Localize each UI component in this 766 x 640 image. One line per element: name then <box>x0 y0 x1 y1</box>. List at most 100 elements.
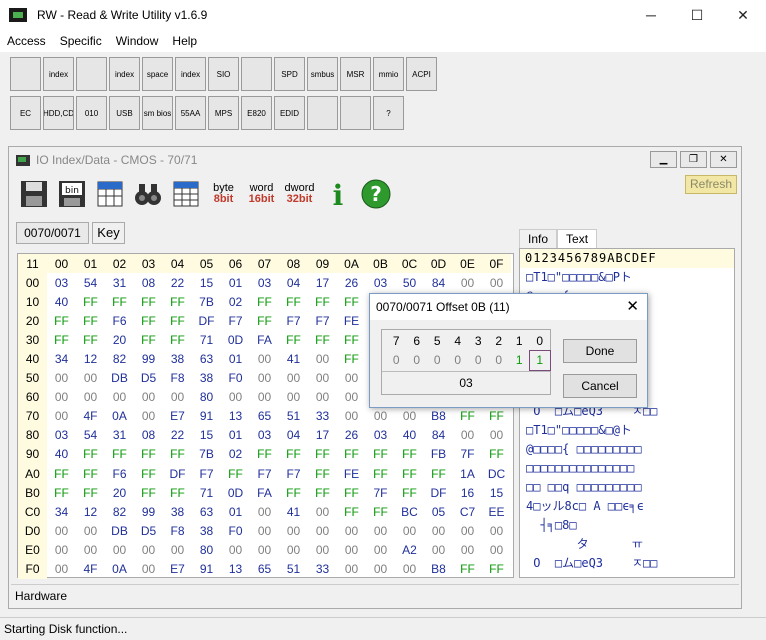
hex-cell[interactable]: 0D <box>221 483 250 502</box>
hex-cell[interactable]: F6 <box>105 464 134 483</box>
hex-cell[interactable]: 00 <box>134 540 163 559</box>
hex-cell[interactable]: 17 <box>308 273 337 292</box>
hex-cell[interactable]: 41 <box>279 502 308 521</box>
disk-button[interactable]: 010 <box>76 96 107 130</box>
hex-cell[interactable]: 40 <box>47 292 76 311</box>
command-button[interactable] <box>307 96 338 130</box>
hex-cell[interactable]: 02 <box>221 292 250 311</box>
hex-cell[interactable]: 00 <box>76 540 105 559</box>
cancel-button[interactable]: Cancel <box>563 374 637 398</box>
hex-cell[interactable]: FF <box>337 483 366 502</box>
hex-cell[interactable]: 00 <box>366 521 395 540</box>
hex-cell[interactable]: 00 <box>308 540 337 559</box>
hex-cell[interactable]: 00 <box>47 560 76 579</box>
hex-cell[interactable]: F7 <box>279 464 308 483</box>
hex-cell[interactable]: 26 <box>337 426 366 445</box>
acpi-button[interactable]: ACPI <box>406 57 437 91</box>
hex-cell[interactable]: 54 <box>76 273 105 292</box>
hex-cell[interactable]: 08 <box>134 273 163 292</box>
hex-cell[interactable]: FF <box>308 445 337 464</box>
hex-cell[interactable]: 7F <box>366 483 395 502</box>
hex-cell[interactable]: FB <box>424 445 453 464</box>
hex-cell[interactable]: 15 <box>192 426 221 445</box>
hex-cell[interactable]: FF <box>163 292 192 311</box>
bit-hex-value[interactable]: 03 <box>382 371 550 393</box>
hex-cell[interactable]: 00 <box>47 369 76 388</box>
hex-cell[interactable]: 00 <box>308 521 337 540</box>
hex-cell[interactable]: 00 <box>279 369 308 388</box>
hex-cell[interactable]: FF <box>163 311 192 330</box>
hex-cell[interactable]: 82 <box>105 349 134 368</box>
hex-cell[interactable]: 51 <box>279 407 308 426</box>
oscilloscope-button[interactable] <box>241 57 272 91</box>
hex-cell[interactable]: A2 <box>395 540 424 559</box>
hex-cell[interactable]: 00 <box>221 540 250 559</box>
e820-button[interactable]: E820 <box>241 96 272 130</box>
hex-cell[interactable]: 12 <box>76 502 105 521</box>
help-button[interactable]: ? <box>359 177 392 211</box>
hex-cell[interactable]: 33 <box>308 560 337 579</box>
hex-cell[interactable]: BC <box>395 502 424 521</box>
hex-cell[interactable]: 03 <box>47 273 76 292</box>
hex-cell[interactable]: 15 <box>482 483 511 502</box>
bit-toggle[interactable]: 0 <box>407 351 428 370</box>
hex-cell[interactable]: 00 <box>337 369 366 388</box>
hex-cell[interactable]: 00 <box>76 521 105 540</box>
hex-cell[interactable]: 17 <box>308 426 337 445</box>
hex-cell[interactable]: 00 <box>395 521 424 540</box>
hex-cell[interactable]: 00 <box>250 540 279 559</box>
ec-button[interactable]: EC <box>10 96 41 130</box>
hex-cell[interactable]: FF <box>250 445 279 464</box>
hdd-cd-button[interactable]: HDD,CD <box>43 96 74 130</box>
hex-cell[interactable]: 65 <box>250 560 279 579</box>
pci-button[interactable] <box>10 57 41 91</box>
hex-cell[interactable]: FF <box>337 330 366 349</box>
hex-cell[interactable]: 1A <box>453 464 482 483</box>
hex-cell[interactable]: 00 <box>453 426 482 445</box>
load-button[interactable] <box>93 177 126 211</box>
hex-cell[interactable]: F7 <box>192 464 221 483</box>
hex-cell[interactable]: 00 <box>163 388 192 407</box>
hex-cell[interactable]: FF <box>47 330 76 349</box>
hex-cell[interactable]: 50 <box>395 273 424 292</box>
hex-cell[interactable]: DC <box>482 464 511 483</box>
hex-cell[interactable]: FF <box>76 330 105 349</box>
hex-cell[interactable]: 00 <box>395 560 424 579</box>
hex-cell[interactable]: F0 <box>221 521 250 540</box>
hex-cell[interactable]: FF <box>134 483 163 502</box>
hex-cell[interactable]: 38 <box>163 349 192 368</box>
hex-cell[interactable]: FF <box>308 464 337 483</box>
hex-cell[interactable]: 71 <box>192 483 221 502</box>
hex-cell[interactable]: 99 <box>134 502 163 521</box>
hex-cell[interactable]: 00 <box>279 540 308 559</box>
hex-cell[interactable]: 00 <box>337 521 366 540</box>
hex-cell[interactable]: 00 <box>250 502 279 521</box>
hex-cell[interactable]: 34 <box>47 502 76 521</box>
hex-cell[interactable]: 82 <box>105 502 134 521</box>
hex-cell[interactable]: FF <box>453 407 482 426</box>
dword-mode-button[interactable]: dword 32bit <box>283 177 316 211</box>
hex-cell[interactable]: 04 <box>279 273 308 292</box>
hex-cell[interactable]: FF <box>337 445 366 464</box>
hex-cell[interactable]: 03 <box>47 426 76 445</box>
dialog-close-button[interactable]: ✕ <box>626 294 639 320</box>
hex-cell[interactable]: 38 <box>192 369 221 388</box>
hex-cell[interactable]: D5 <box>134 521 163 540</box>
hex-cell[interactable]: 22 <box>163 426 192 445</box>
save-bin-button[interactable]: bin <box>55 177 88 211</box>
hex-cell[interactable]: 13 <box>221 407 250 426</box>
hex-cell[interactable]: 0A <box>105 407 134 426</box>
close-button[interactable]: ✕ <box>720 0 766 30</box>
hex-cell[interactable]: 00 <box>482 426 511 445</box>
hex-cell[interactable]: 80 <box>192 388 221 407</box>
hex-cell[interactable]: 22 <box>163 273 192 292</box>
hex-cell[interactable]: FF <box>105 292 134 311</box>
hex-cell[interactable]: FF <box>134 445 163 464</box>
hex-cell[interactable]: 41 <box>279 349 308 368</box>
help-button[interactable]: ? <box>373 96 404 130</box>
hex-cell[interactable]: 02 <box>221 445 250 464</box>
hex-cell[interactable]: 34 <box>47 349 76 368</box>
hex-cell[interactable]: FF <box>163 330 192 349</box>
hex-cell[interactable]: DB <box>105 521 134 540</box>
hex-cell[interactable]: 12 <box>76 349 105 368</box>
